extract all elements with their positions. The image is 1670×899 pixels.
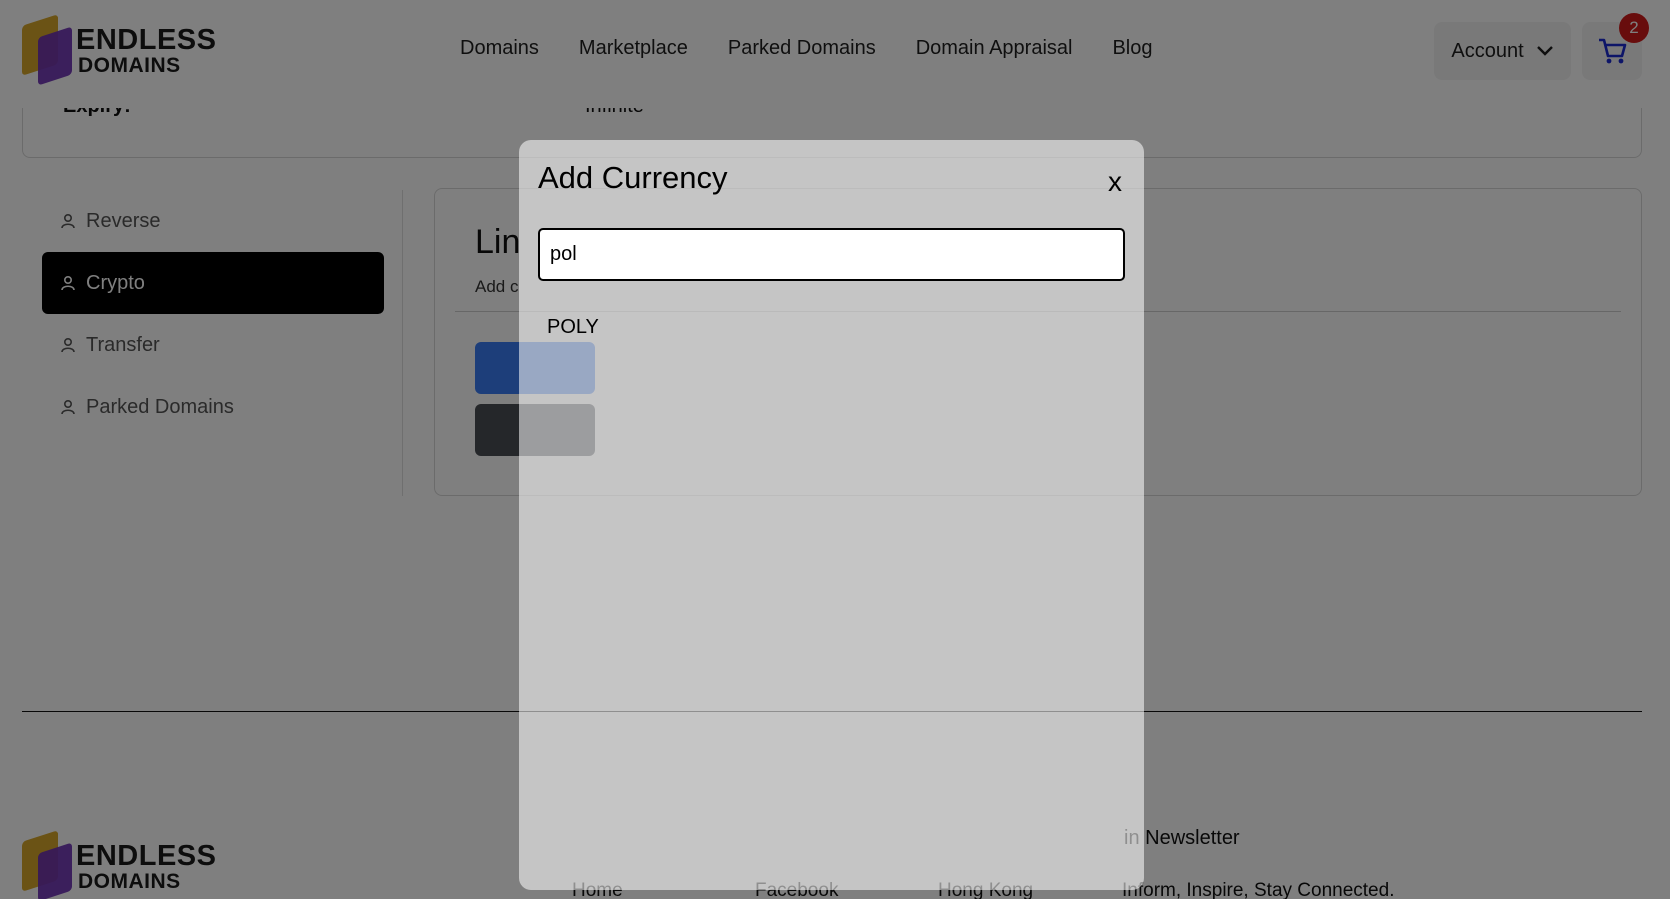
modal-title: Add Currency bbox=[538, 160, 728, 195]
currency-result-item[interactable]: POLY bbox=[547, 316, 599, 339]
currency-search-input[interactable] bbox=[538, 228, 1125, 281]
close-button[interactable]: x bbox=[1108, 166, 1122, 198]
add-currency-modal-content: Add Currency x POLY bbox=[519, 140, 1144, 890]
